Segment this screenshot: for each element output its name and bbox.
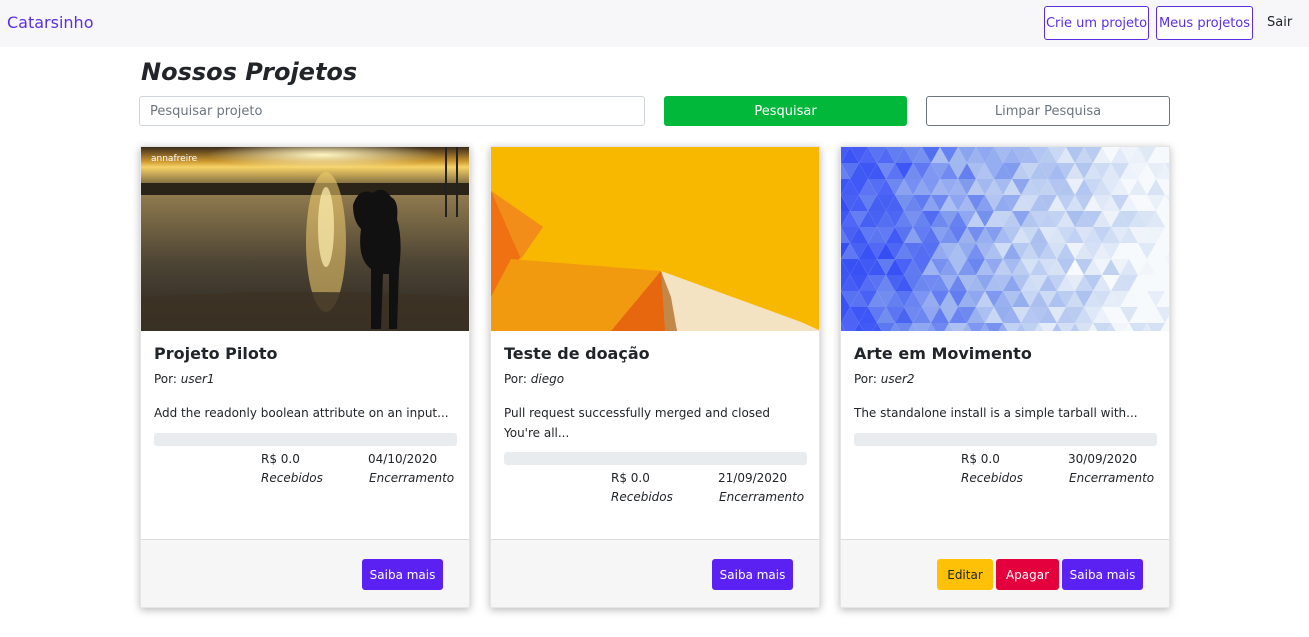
amount-received: R$ 0.0 [611, 471, 650, 485]
author-prefix: Por: [154, 372, 177, 386]
project-card: annafreire Projeto Piloto Por: user1 Add… [140, 146, 470, 608]
learn-more-button[interactable]: Saiba mais [712, 559, 793, 590]
author-name: diego [530, 372, 565, 386]
project-card: Arte em Movimento Por: user2 The standal… [840, 146, 1170, 608]
create-project-button[interactable]: Crie um projeto [1044, 6, 1149, 40]
card-description: Add the readonly boolean attribute on an… [154, 406, 449, 420]
card-author: Por: user2 [854, 372, 915, 386]
edit-button[interactable]: Editar [937, 559, 993, 590]
clear-search-button[interactable]: Limpar Pesquisa [926, 96, 1170, 126]
end-date: 04/10/2020 [368, 452, 438, 466]
funding-progress-bar [504, 452, 807, 465]
funding-progress-bar [854, 433, 1157, 446]
end-date-label: Encerramento [719, 490, 805, 504]
search-input[interactable] [139, 96, 645, 126]
end-date-label: Encerramento [1069, 471, 1155, 485]
amount-received: R$ 0.0 [961, 452, 1000, 466]
learn-more-button[interactable]: Saiba mais [362, 559, 443, 590]
funding-progress-bar [154, 433, 457, 446]
my-projects-button[interactable]: Meus projetos [1156, 6, 1253, 40]
author-prefix: Por: [854, 372, 877, 386]
card-title: Projeto Piloto [154, 344, 278, 363]
learn-more-button[interactable]: Saiba mais [1062, 559, 1143, 590]
project-image [841, 147, 1169, 331]
author-name: user1 [180, 372, 215, 386]
brand-link[interactable]: Catarsinho [7, 13, 93, 32]
amount-label: Recebidos [611, 490, 673, 504]
logout-link[interactable]: Sair [1267, 15, 1292, 30]
card-description: The standalone install is a simple tarba… [854, 406, 1138, 420]
end-date-label: Encerramento [369, 471, 455, 485]
card-footer: Saiba mais [141, 539, 469, 607]
card-description: Pull request successfully merged and clo… [504, 406, 771, 440]
amount-received: R$ 0.0 [261, 452, 300, 466]
card-author: Por: diego [504, 372, 564, 386]
amount-label: Recebidos [261, 471, 323, 485]
card-footer: Saiba mais [491, 539, 819, 607]
card-footer: Editar Apagar Saiba mais [841, 539, 1169, 607]
project-card: Teste de doação Por: diego Pull request … [490, 146, 820, 608]
card-author: Por: user1 [154, 372, 215, 386]
amount-label: Recebidos [961, 471, 1023, 485]
end-date: 30/09/2020 [1068, 452, 1138, 466]
delete-button[interactable]: Apagar [996, 559, 1059, 590]
card-title: Teste de doação [504, 344, 650, 363]
author-prefix: Por: [504, 372, 527, 386]
end-date: 21/09/2020 [718, 471, 788, 485]
project-image: annafreire [141, 147, 469, 331]
project-image [491, 147, 819, 331]
author-name: user2 [880, 372, 915, 386]
page-title: Nossos Projetos [141, 58, 358, 86]
card-title: Arte em Movimento [854, 344, 1032, 363]
search-button[interactable]: Pesquisar [664, 96, 907, 126]
watermark-text: annafreire [151, 154, 198, 164]
navbar: Catarsinho Crie um projeto Meus projetos… [0, 0, 1309, 47]
